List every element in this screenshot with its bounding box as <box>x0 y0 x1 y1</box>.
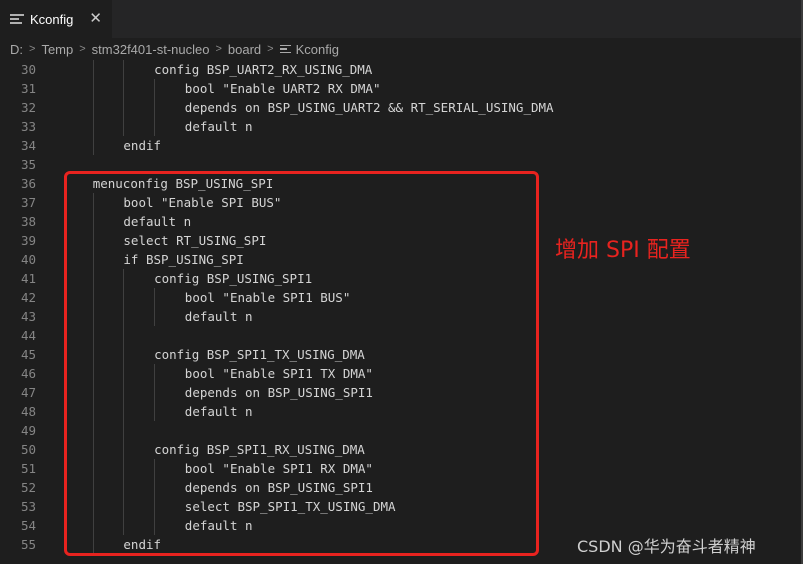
line-number: 51 <box>20 461 36 476</box>
indent-guide <box>123 60 125 79</box>
line-number: 38 <box>20 214 36 229</box>
line-number: 37 <box>20 195 36 210</box>
code-line: 31 bool "Enable UART2 RX DMA" <box>0 79 803 98</box>
tab-label: Kconfig <box>30 11 74 27</box>
watermark: CSDN @华为奋斗者精神 <box>577 537 756 556</box>
indent-guide <box>123 98 125 117</box>
highlight-box <box>64 171 539 556</box>
line-number: 45 <box>20 347 36 362</box>
line-number: 39 <box>20 233 36 248</box>
chevron-right-icon: > <box>215 43 222 55</box>
indent-guide <box>154 79 156 98</box>
line-number: 46 <box>20 366 36 381</box>
chevron-right-icon: > <box>267 43 274 55</box>
indent-guide <box>92 117 94 136</box>
line-number: 49 <box>20 423 36 438</box>
breadcrumb-item-file[interactable]: Kconfig <box>296 42 339 57</box>
code-text: depends on BSP_USING_UART2 && RT_SERIAL_… <box>184 100 554 115</box>
breadcrumb-item-temp[interactable]: Temp <box>41 42 73 57</box>
code-text: config BSP_UART2_RX_USING_DMA <box>154 62 373 77</box>
line-number: 43 <box>20 309 36 324</box>
line-number: 42 <box>20 290 36 305</box>
indent-guide <box>154 98 156 117</box>
indent-guide <box>92 136 94 155</box>
line-number: 32 <box>20 100 36 115</box>
line-number: 54 <box>20 518 36 533</box>
chevron-right-icon: > <box>29 43 36 55</box>
close-icon[interactable]: ✕ <box>89 10 102 26</box>
file-lines-icon <box>279 44 291 54</box>
indent-guide <box>92 60 94 79</box>
tab-bar: Kconfig ✕ <box>0 0 803 39</box>
indent-guide <box>154 117 156 136</box>
line-number: 35 <box>20 157 36 172</box>
code-line: 33 default n <box>0 117 803 136</box>
annotation-label: 增加 SPI 配置 <box>555 238 691 263</box>
chevron-right-icon: > <box>79 43 86 55</box>
line-number: 41 <box>20 271 36 286</box>
line-number: 34 <box>20 138 36 153</box>
breadcrumb-item-board[interactable]: board <box>228 42 261 57</box>
tab-kconfig[interactable]: Kconfig ✕ <box>0 0 113 38</box>
indent-guide <box>123 79 125 98</box>
code-line: 32 depends on BSP_USING_UART2 && RT_SERIA… <box>0 98 803 117</box>
indent-guide <box>123 117 125 136</box>
breadcrumb: D: > Temp > stm32f401-st-nucleo > board … <box>0 38 803 60</box>
code-text: endif <box>123 138 162 153</box>
code-text: default n <box>184 119 253 134</box>
code-text: bool "Enable UART2 RX DMA" <box>184 81 381 96</box>
line-number: 30 <box>20 62 36 77</box>
line-number: 50 <box>20 442 36 457</box>
line-number: 48 <box>20 404 36 419</box>
line-number: 36 <box>20 176 36 191</box>
line-number: 31 <box>20 81 36 96</box>
line-number: 40 <box>20 252 36 267</box>
line-number: 47 <box>20 385 36 400</box>
line-number: 44 <box>20 328 36 343</box>
indent-guide <box>92 79 94 98</box>
indent-guide <box>92 98 94 117</box>
line-number: 33 <box>20 119 36 134</box>
code-line: 30 config BSP_UART2_RX_USING_DMA <box>0 60 803 79</box>
file-lines-icon <box>10 12 24 26</box>
line-number: 52 <box>20 480 36 495</box>
breadcrumb-item-drive[interactable]: D: <box>10 42 23 57</box>
code-line: 34 endif <box>0 136 803 155</box>
line-number: 53 <box>20 499 36 514</box>
line-number: 55 <box>20 537 36 552</box>
breadcrumb-item-project[interactable]: stm32f401-st-nucleo <box>92 42 210 57</box>
